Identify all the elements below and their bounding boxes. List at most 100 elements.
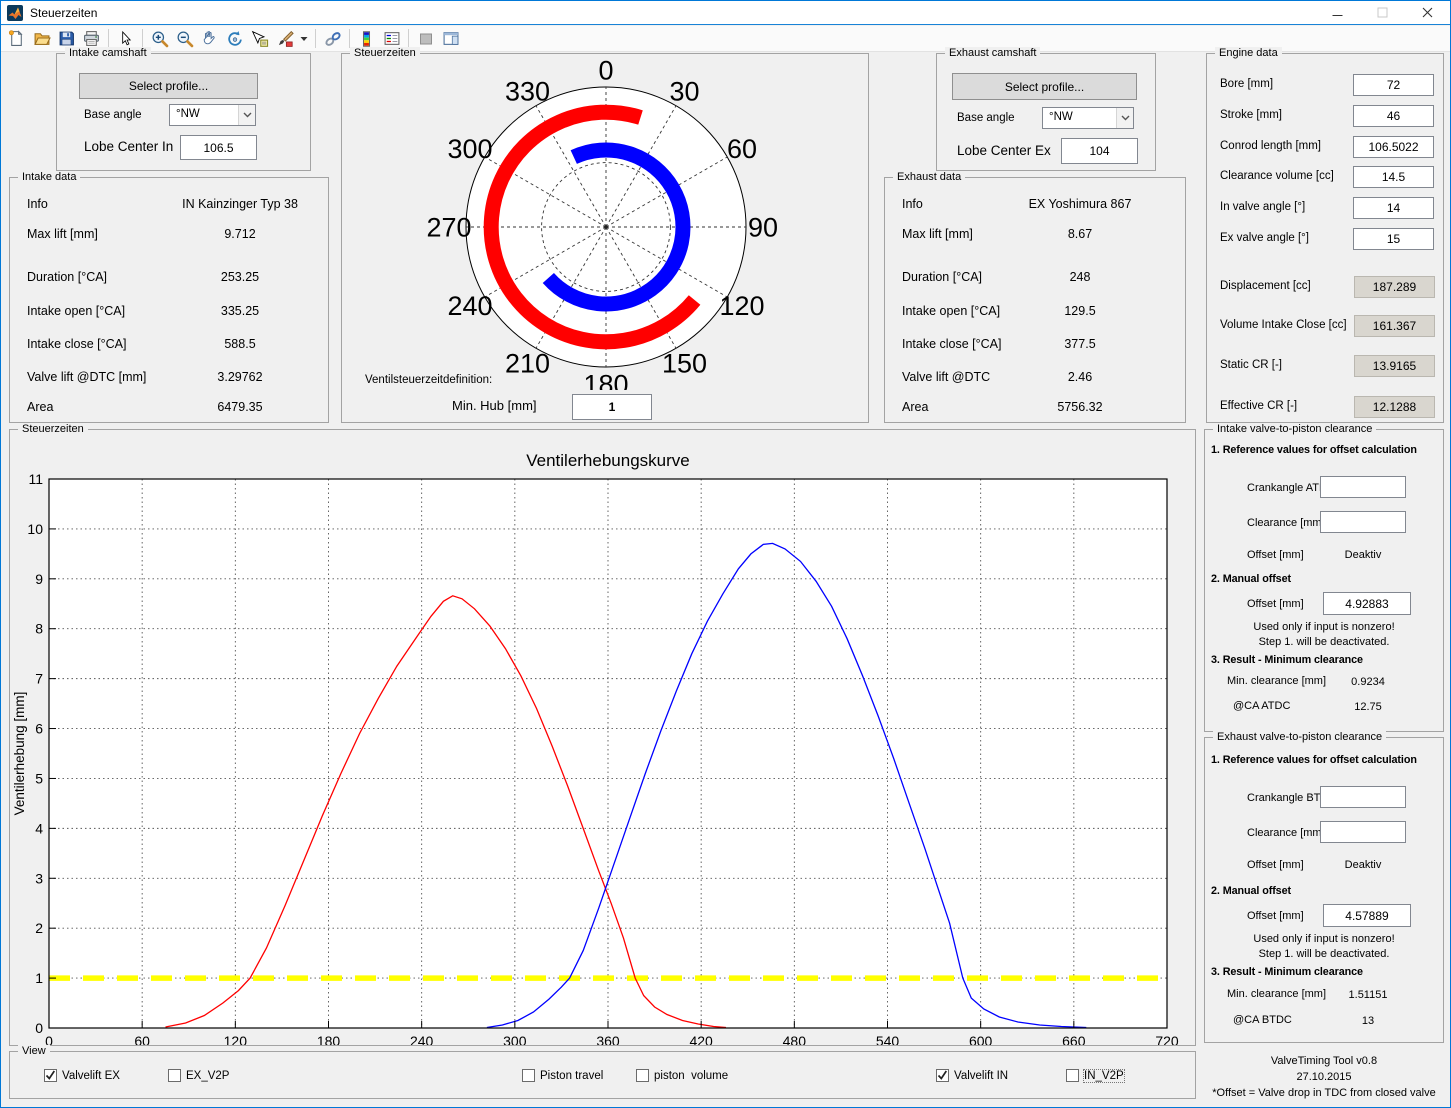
exhaust-select-profile-button[interactable]: Select profile...	[952, 73, 1137, 100]
svg-text:60: 60	[727, 134, 757, 164]
engine-input[interactable]	[1353, 197, 1434, 219]
brush-icon[interactable]	[273, 27, 296, 50]
zoom-in-icon[interactable]	[148, 27, 171, 50]
open-file-icon[interactable]	[30, 27, 53, 50]
intake-select-profile-button[interactable]: Select profile...	[79, 73, 258, 99]
note-line: Step 1. will be deactivated.	[1258, 948, 1390, 960]
intake-base-angle-dropdown[interactable]: °NW	[169, 104, 256, 126]
step1-heading: 1. Reference values for offset calculati…	[1211, 754, 1417, 766]
offset-label: Offset [mm]	[1247, 549, 1304, 561]
manual-offset-input[interactable]	[1323, 904, 1411, 927]
svg-text:Ventilerhebungskurve: Ventilerhebungskurve	[526, 451, 690, 470]
clearance-input[interactable]	[1320, 511, 1406, 533]
checkbox-box[interactable]	[522, 1069, 535, 1082]
engine-input-label: Conrod length [mm]	[1220, 140, 1321, 152]
engine-input[interactable]	[1353, 136, 1434, 158]
exhaust-data-panel: Exhaust data Info EX Yoshimura 867 Max lif…	[884, 171, 1186, 423]
data-label: Valve lift @DTC	[902, 370, 991, 384]
checkbox-box[interactable]	[44, 1069, 57, 1082]
clearance-input[interactable]	[1320, 821, 1406, 843]
close-button[interactable]	[1405, 1, 1450, 24]
manual-offset-input[interactable]	[1323, 592, 1411, 615]
title-bar: Steuerzeiten	[1, 1, 1450, 25]
checkbox-box[interactable]	[168, 1069, 181, 1082]
data-label: Intake open [°CA]	[902, 304, 1001, 318]
svg-text:5: 5	[35, 770, 43, 786]
footer-info: ValveTiming Tool v0.8 27.10.2015 *Offset…	[1204, 1053, 1444, 1101]
new-figure-icon[interactable]	[5, 27, 28, 50]
data-value: EX Yoshimura 867	[1028, 197, 1132, 211]
checkbox-piston-travel[interactable]: Piston travel	[522, 1069, 603, 1082]
min-clearance-label: Min. clearance [mm]	[1227, 675, 1327, 687]
engine-input-label: Stroke [mm]	[1220, 109, 1282, 121]
intake-lobe-center-label: Lobe Center In	[84, 139, 174, 154]
view-panel: View Valvelift EX EX_V2P Piston travel pist…	[9, 1045, 1196, 1099]
exhaust-base-angle-dropdown[interactable]: °NW	[1042, 107, 1134, 129]
checkbox-piston-volume[interactable]: piston volume	[636, 1069, 728, 1082]
svg-text:120: 120	[719, 291, 764, 321]
link-plot-icon[interactable]	[321, 27, 344, 50]
svg-text:90: 90	[748, 213, 778, 243]
svg-text:4: 4	[35, 820, 43, 836]
chevron-down-icon[interactable]	[1116, 108, 1133, 128]
svg-text:Ventilerhebung [mm]: Ventilerhebung [mm]	[12, 692, 27, 816]
crankangle-input[interactable]	[1320, 476, 1406, 498]
checkbox-box[interactable]	[936, 1069, 949, 1082]
engine-input[interactable]	[1353, 228, 1434, 250]
ca-value: 12.75	[1354, 701, 1382, 713]
data-label: Info	[902, 197, 923, 211]
app-window: Steuerzeiten Intake camshaft Select prof…	[0, 0, 1451, 1108]
checkbox-in-v2p[interactable]: IN_V2P	[1066, 1068, 1125, 1083]
crankangle-input[interactable]	[1320, 786, 1406, 808]
intake-lobe-center-input[interactable]	[180, 135, 257, 160]
checkbox-box[interactable]	[1066, 1069, 1079, 1082]
engine-input[interactable]	[1353, 74, 1434, 96]
engine-input-label: Bore [mm]	[1220, 78, 1274, 90]
data-label: Intake close [°CA]	[27, 337, 127, 351]
chevron-down-icon[interactable]	[238, 105, 255, 125]
data-cursor-icon[interactable]	[248, 27, 271, 50]
rotate-3d-icon[interactable]	[223, 27, 246, 50]
minimize-button[interactable]	[1315, 1, 1360, 24]
data-value: 6479.35	[217, 400, 263, 414]
panel-title: Exhaust camshaft	[945, 47, 1041, 60]
brush-menu-arrow-icon[interactable]	[298, 27, 310, 50]
checkbox-label: IN_V2P	[1083, 1068, 1125, 1083]
data-label: Intake close [°CA]	[902, 337, 1002, 351]
min-hub-input[interactable]	[572, 394, 652, 420]
checkbox-valvelift-in[interactable]: Valvelift IN	[936, 1069, 1008, 1082]
checkbox-label: EX_V2P	[186, 1069, 230, 1082]
svg-text:11: 11	[28, 471, 43, 487]
panel-title: Intake valve-to-piston clearance	[1213, 423, 1377, 436]
zoom-out-icon[interactable]	[173, 27, 196, 50]
engine-input[interactable]	[1353, 105, 1434, 127]
checkbox-valvelift-ex[interactable]: Valvelift EX	[44, 1069, 120, 1082]
maximize-button[interactable]	[1360, 1, 1405, 24]
checkbox-label: piston volume	[654, 1069, 729, 1082]
data-value: 8.67	[1067, 227, 1093, 241]
checkbox-ex-v2p[interactable]: EX_V2P	[168, 1069, 229, 1082]
checkbox-box[interactable]	[636, 1069, 649, 1082]
min-clearance-value: 1.51151	[1348, 989, 1388, 1001]
svg-text:600: 600	[969, 1033, 993, 1045]
engine-input[interactable]	[1353, 166, 1434, 188]
svg-text:300: 300	[447, 134, 492, 164]
window-title: Steuerzeiten	[30, 5, 98, 20]
exhaust-lobe-center-input[interactable]	[1061, 138, 1138, 164]
svg-text:10: 10	[27, 521, 43, 537]
matlab-app-icon	[7, 4, 23, 21]
intake-v2p-panel: Intake valve-to-piston clearance 1. Refe…	[1204, 423, 1444, 732]
engine-result-label: Volume Intake Close [cc]	[1220, 319, 1347, 331]
svg-text:60: 60	[134, 1033, 150, 1045]
engine-result-value: 187.289	[1354, 276, 1435, 298]
min-clearance-label: Min. clearance [mm]	[1227, 988, 1327, 1000]
valve-lift-chart: 0 60 120 180 240 300 360 420 480 540 600 660 720 0 1 2 3…	[12, 451, 1179, 1045]
intake-data-panel: Intake data Info IN Kainzinger Typ 38 Max …	[9, 171, 329, 423]
panel-title: Exhaust data	[893, 171, 966, 184]
toolbar-separator	[315, 29, 316, 48]
pan-icon[interactable]	[198, 27, 221, 50]
data-value: 9.712	[224, 227, 256, 241]
show-plot-tools-icon[interactable]	[439, 27, 462, 50]
svg-text:180: 180	[583, 370, 628, 390]
step2-heading: 2. Manual offset	[1211, 573, 1291, 585]
